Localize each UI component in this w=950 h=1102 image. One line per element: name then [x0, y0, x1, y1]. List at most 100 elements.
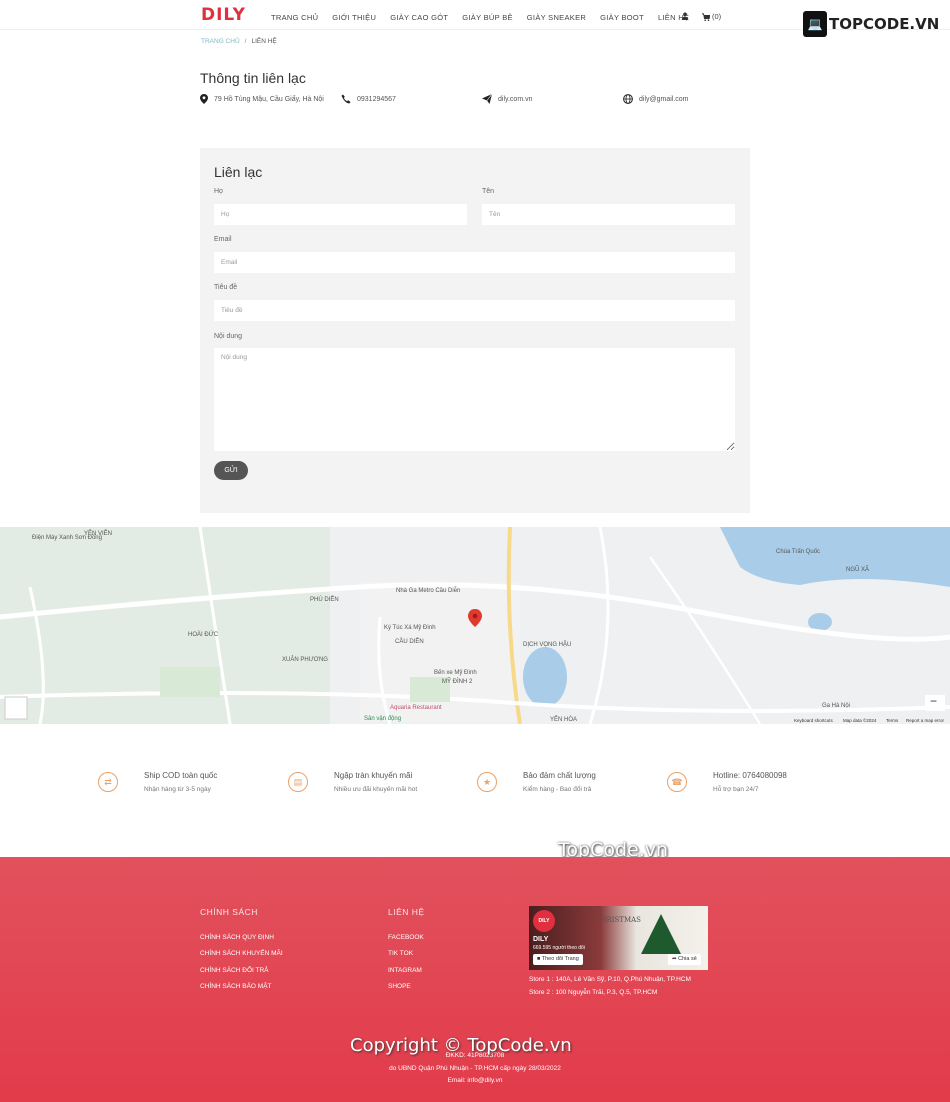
- map-terms-link[interactable]: Terms: [886, 718, 898, 723]
- footer-email[interactable]: Email: info@dily.vn: [0, 1077, 950, 1084]
- map-label: YÊN HÒA: [550, 717, 578, 723]
- location-pin-icon: [200, 94, 208, 104]
- store-address: Store 2 : 100 Nguyễn Trãi, P.3, Q.5, TP.…: [529, 989, 658, 996]
- feature-item: ▤ Ngập tràn khuyến mãi Nhiều ưu đãi khuyế…: [288, 771, 417, 793]
- nav-item-flats[interactable]: GIÀY BÚP BÊ: [462, 13, 513, 22]
- registration-authority: do UBND Quận Phú Nhuận - TP.HCM cấp ngày…: [389, 1065, 561, 1072]
- map-label: Sân vận động: [364, 716, 402, 722]
- nav-item-sneakers[interactable]: GIÀY SNEAKER: [527, 13, 586, 22]
- feature-subtitle: Nhận hàng từ 3-5 ngày: [144, 786, 211, 793]
- map-label: Bến xe Mỹ Đình: [434, 670, 477, 676]
- feature-title: Bảo đảm chất lượng: [523, 771, 596, 780]
- policy-link[interactable]: CHÍNH SÁCH QUY ĐỊNH: [200, 934, 274, 941]
- website-text[interactable]: dily.com.vn: [498, 93, 533, 106]
- last-name-label: Họ: [214, 188, 223, 195]
- first-name-input[interactable]: [482, 204, 735, 225]
- address-text: 79 Hồ Tùng Mậu, Cầu Giấy, Hà Nội: [214, 96, 324, 103]
- site-footer: CHÍNH SÁCH CHÍNH SÁCH QUY ĐỊNH CHÍNH SÁC…: [0, 857, 950, 1102]
- nav-item-high-heels[interactable]: GIÀY CAO GÓT: [390, 13, 448, 22]
- form-title: Liên lạc: [214, 164, 263, 180]
- email-text[interactable]: dily@gmail.com: [639, 93, 689, 106]
- map-label: PHÚ DIỄN: [310, 597, 339, 603]
- copyright-watermark: Copyright © TopCode.vn: [350, 1035, 572, 1056]
- breadcrumb-separator: /: [244, 38, 247, 45]
- map-label: Aquaria Restaurant: [390, 705, 442, 711]
- map-label: CẦU DIỄN: [395, 639, 424, 645]
- address-item: 79 Hồ Tùng Mậu, Cầu Giấy, Hà Nội: [200, 93, 325, 106]
- social-link-tiktok[interactable]: TIK TOK: [388, 950, 413, 957]
- fb-page-avatar: DILY: [533, 910, 555, 932]
- policy-link[interactable]: CHÍNH SÁCH KHUYẾN MÃI: [200, 950, 283, 957]
- feature-item: ⇄ Ship COD toàn quốc Nhận hàng từ 3-5 ngà…: [98, 771, 217, 793]
- main-nav: TRANG CHỦ GIỚI THIỆU GIÀY CAO GÓT GIÀY B…: [271, 13, 689, 22]
- user-icon[interactable]: [681, 12, 689, 20]
- headset-icon: ☎: [667, 772, 687, 792]
- gift-icon: ▤: [288, 772, 308, 792]
- feature-title: Ngập tràn khuyến mãi: [334, 771, 413, 780]
- map-label: Ga Hà Nội: [822, 703, 851, 709]
- subject-input[interactable]: [214, 300, 735, 321]
- breadcrumb-current: LIÊN HỆ: [251, 38, 277, 45]
- topcode-logo-icon: 💻: [803, 11, 827, 37]
- phone-item: 0931294567: [341, 93, 396, 106]
- phone-icon: [341, 94, 351, 104]
- fb-banner-text: CHRISTMAS: [595, 916, 641, 924]
- nav-item-home[interactable]: TRANG CHỦ: [271, 13, 318, 22]
- map-label: XUÂN PHƯƠNG: [282, 657, 328, 663]
- cart-button[interactable]: (0): [702, 12, 721, 21]
- map-label: MỸ ĐÌNH 2: [442, 679, 473, 685]
- store-address: Store 1 : 140A, Lê Văn Sỹ, P.10, Q.Phú N…: [529, 976, 691, 983]
- send-button[interactable]: GỬI: [214, 461, 248, 480]
- last-name-input[interactable]: [214, 204, 467, 225]
- social-link-instagram[interactable]: INTAGRAM: [388, 967, 422, 974]
- first-name-label: Tên: [482, 188, 495, 195]
- contact-info-title: Thông tin liên lạc: [200, 70, 306, 86]
- message-label: Nội dung: [214, 333, 243, 340]
- email-label: Email: [214, 236, 232, 243]
- map-label: Chùa Trấn Quốc: [776, 549, 821, 555]
- website-item: dily.com.vn: [482, 93, 533, 106]
- fb-share-label: Chia sẻ: [678, 956, 697, 962]
- map-label: YÊN VIÊN: [84, 531, 113, 537]
- map-label: NGŨ XÃ: [846, 567, 870, 573]
- globe-icon: [623, 94, 633, 104]
- social-link-shopee[interactable]: SHOPE: [388, 983, 411, 990]
- feature-title: Hotline: 0764080098: [713, 771, 787, 780]
- map-report-link[interactable]: Report a map error: [906, 718, 944, 723]
- feature-subtitle: Kiểm hàng - Bao đổi trả: [523, 786, 592, 793]
- cart-icon: [702, 12, 710, 21]
- feature-title: Ship COD toàn quốc: [144, 771, 218, 780]
- map-label: Ký Túc Xá Mỹ Đình: [384, 625, 436, 631]
- zoom-out-button[interactable]: −: [930, 694, 937, 708]
- map-label: DỊCH VỌNG HẬU: [523, 642, 572, 648]
- map-label: Nhà Ga Metro Cầu Diễn: [396, 588, 461, 594]
- social-link-facebook[interactable]: FACEBOOK: [388, 934, 424, 941]
- paper-plane-icon: [482, 94, 492, 104]
- logo[interactable]: DILY: [201, 5, 246, 25]
- truck-icon: ⇄: [98, 772, 118, 792]
- contact-form: Liên lạc Họ Tên Email Tiêu đề Nội dung G…: [200, 148, 750, 513]
- policy-link[interactable]: CHÍNH SÁCH BẢO MẬT: [200, 983, 272, 990]
- nav-item-about[interactable]: GIỚI THIỆU: [332, 13, 376, 22]
- fb-share-button[interactable]: ➦ Chia sẻ: [668, 954, 701, 965]
- phone-text[interactable]: 0931294567: [357, 93, 396, 106]
- email-item: dily@gmail.com: [623, 93, 689, 106]
- map-canvas: [0, 527, 950, 724]
- email-input[interactable]: [214, 252, 735, 273]
- google-map[interactable]: Nhà Ga Metro Cầu Diễn Ký Túc Xá Mỹ Đình …: [0, 527, 950, 724]
- map-data-credit: Map data ©2024: [843, 718, 877, 723]
- feature-item: ★ Bảo đảm chất lượng Kiểm hàng - Bao đổi …: [477, 771, 596, 793]
- nav-item-boots[interactable]: GIÀY BOOT: [600, 13, 644, 22]
- fb-follow-button[interactable]: ■ Theo dõi Trang: [533, 954, 583, 965]
- map-label: HOÀI ĐỨC: [188, 632, 219, 638]
- policy-link[interactable]: CHÍNH SÁCH ĐỔI TRẢ: [200, 967, 269, 974]
- cart-count: (0): [712, 12, 722, 21]
- feature-subtitle: Hỗ trợ bạn 24/7: [713, 786, 759, 793]
- breadcrumb-home[interactable]: TRANG CHỦ: [201, 38, 240, 45]
- message-textarea[interactable]: [214, 348, 735, 451]
- facebook-page-widget[interactable]: CHRISTMAS DILY DILY 669.595 người theo d…: [529, 906, 708, 970]
- feature-item: ☎ Hotline: 0764080098 Hỗ trợ bạn 24/7: [667, 771, 787, 793]
- map-keyboard-shortcuts[interactable]: Keyboard shortcuts: [794, 718, 833, 723]
- subject-label: Tiêu đề: [214, 284, 238, 291]
- fb-page-name[interactable]: DILY: [533, 936, 548, 943]
